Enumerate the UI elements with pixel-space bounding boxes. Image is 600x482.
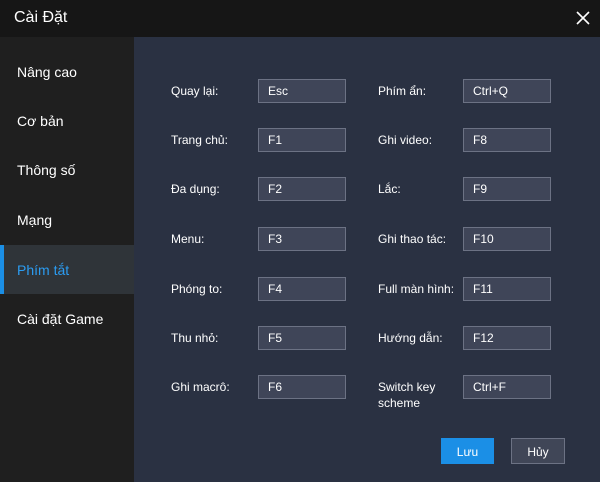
shortcut-field-guide[interactable]: F12: [463, 326, 551, 350]
shortcut-label-back: Quay lại:: [171, 84, 219, 98]
sidebar-item-label: Thông số: [17, 161, 76, 178]
shortcut-label-hide: Phím ẩn:: [378, 84, 427, 98]
sidebar-item-cai-dat-game[interactable]: Cài đặt Game: [0, 294, 134, 343]
sidebar-item-co-ban[interactable]: Cơ bản: [0, 96, 134, 145]
shortcut-field-fullscreen[interactable]: F11: [463, 277, 551, 301]
sidebar-item-label: Cài đặt Game: [17, 310, 104, 327]
title-bar: Cài Đặt: [0, 0, 600, 37]
shortcut-field-menu[interactable]: F3: [258, 227, 346, 251]
shortcut-field-record-video[interactable]: F8: [463, 128, 551, 152]
shortcut-label-switch-scheme: Switch key scheme: [378, 380, 436, 410]
shortcut-label-record-video: Ghi video:: [378, 133, 433, 147]
shortcut-label-zoom-out: Thu nhỏ:: [171, 331, 219, 345]
shortcut-field-multitask[interactable]: F2: [258, 177, 346, 201]
shortcut-label-home: Trang chủ:: [171, 133, 228, 147]
shortcut-label-menu: Menu:: [171, 232, 205, 246]
settings-window: Cài Đặt Nâng cao Cơ bản Thông số Mạng Ph…: [0, 0, 600, 482]
sidebar-item-phim-tat[interactable]: Phím tắt: [0, 245, 134, 294]
window-title: Cài Đặt: [14, 9, 68, 26]
shortcut-label-record-actions: Ghi thao tác:: [378, 232, 447, 246]
shortcut-label-macro: Ghi macrô:: [171, 380, 230, 394]
sidebar-item-thong-so[interactable]: Thông số: [0, 145, 134, 194]
close-icon[interactable]: [573, 8, 593, 28]
shortcut-field-back[interactable]: Esc: [258, 79, 346, 103]
shortcut-field-zoom-out[interactable]: F5: [258, 326, 346, 350]
sidebar-item-label: Cơ bản: [17, 112, 64, 129]
sidebar: Nâng cao Cơ bản Thông số Mạng Phím tắt C…: [0, 37, 134, 482]
sidebar-item-label: Mạng: [17, 211, 53, 228]
shortcut-field-macro[interactable]: F6: [258, 375, 346, 399]
shortcut-field-switch-scheme[interactable]: Ctrl+F: [463, 375, 551, 399]
sidebar-item-nang-cao[interactable]: Nâng cao: [0, 47, 134, 96]
shortcut-field-record-actions[interactable]: F10: [463, 227, 551, 251]
sidebar-item-label: Phím tắt: [17, 261, 70, 278]
shortcut-label-fullscreen: Full màn hình:: [378, 282, 455, 296]
shortcut-label-multitask: Đa dụng:: [171, 182, 220, 196]
sidebar-item-label: Nâng cao: [17, 63, 77, 80]
shortcut-field-shake[interactable]: F9: [463, 177, 551, 201]
shortcut-label-shake: Lắc:: [378, 182, 401, 196]
save-button[interactable]: Lưu: [441, 438, 494, 464]
cancel-button[interactable]: Hủy: [511, 438, 565, 464]
shortcuts-panel: [134, 37, 600, 482]
shortcut-label-guide: Hướng dẫn:: [378, 331, 443, 345]
sidebar-item-mang[interactable]: Mạng: [0, 195, 134, 244]
shortcut-field-home[interactable]: F1: [258, 128, 346, 152]
shortcut-field-zoom-in[interactable]: F4: [258, 277, 346, 301]
shortcut-label-zoom-in: Phóng to:: [171, 282, 223, 296]
shortcut-field-hide[interactable]: Ctrl+Q: [463, 79, 551, 103]
